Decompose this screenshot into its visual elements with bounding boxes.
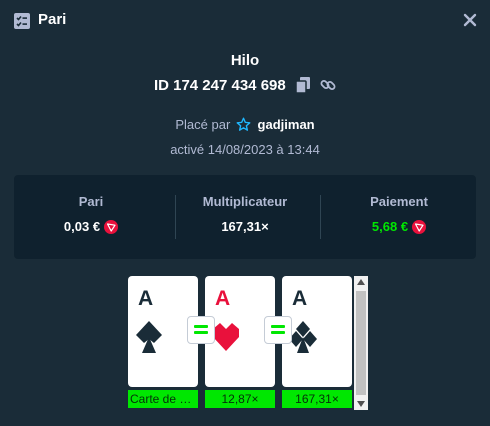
placed-by-row: Placé par gadjiman bbox=[0, 117, 490, 132]
card-rank: A bbox=[138, 287, 154, 310]
scroll-down-arrow-icon[interactable] bbox=[357, 401, 365, 407]
stat-bet-value-row: 0,03 € bbox=[14, 219, 168, 234]
stat-bet-label: Pari bbox=[78, 194, 104, 209]
modal-title: Pari bbox=[38, 11, 67, 28]
heart-icon bbox=[213, 323, 239, 351]
stat-bet-value: 0,03 € bbox=[63, 219, 101, 234]
equal-icon bbox=[194, 325, 208, 334]
bet-id: ID 174 247 434 698 bbox=[153, 77, 286, 94]
scroll-up-arrow-icon[interactable] bbox=[357, 279, 365, 285]
username-link[interactable]: gadjiman bbox=[258, 117, 315, 132]
card-rank: A bbox=[215, 287, 231, 310]
card-history: A Carte de départ A 12,87× A 167,31× bbox=[128, 276, 368, 410]
card-label: 167,31× bbox=[282, 390, 352, 408]
stat-divider bbox=[320, 195, 321, 239]
activated-date: activé 14/08/2023 à 13:44 bbox=[170, 142, 320, 157]
club-icon bbox=[289, 321, 317, 353]
game-name: Hilo bbox=[230, 52, 260, 69]
vip-star-icon bbox=[236, 117, 251, 131]
equal-badge bbox=[187, 316, 215, 344]
equal-icon bbox=[271, 325, 285, 334]
stat-payout-value: 5,68 € bbox=[371, 219, 409, 234]
bet-id-row: ID 174 247 434 698 bbox=[0, 77, 490, 94]
stat-multiplier-value: 167,31× bbox=[221, 219, 269, 234]
spade-icon bbox=[136, 321, 162, 353]
stats-panel: Pari 0,03 € Multiplicateur 167,31× Paiem… bbox=[14, 175, 476, 259]
copy-icon[interactable] bbox=[295, 77, 310, 93]
card-label: Carte de départ bbox=[128, 390, 198, 408]
equal-badge bbox=[264, 316, 292, 344]
modal-header: Pari bbox=[0, 0, 490, 42]
stat-multiplier: Multiplicateur 167,31× bbox=[168, 175, 322, 259]
stat-bet: Pari 0,03 € bbox=[14, 175, 168, 259]
close-icon[interactable] bbox=[460, 10, 480, 30]
link-icon[interactable] bbox=[320, 77, 336, 93]
card-label: 12,87× bbox=[205, 390, 275, 408]
stat-payout-value-row: 5,68 € bbox=[322, 219, 476, 234]
card-ace-clubs: A bbox=[282, 276, 352, 387]
stat-payout: Paiement 5,68 € bbox=[322, 175, 476, 259]
scroll-thumb[interactable] bbox=[356, 291, 366, 395]
tron-coin-icon bbox=[104, 220, 119, 234]
tron-coin-icon bbox=[412, 220, 427, 234]
card-rank: A bbox=[292, 287, 308, 310]
placed-by-label: Placé par bbox=[175, 117, 231, 132]
vertical-scrollbar[interactable] bbox=[354, 276, 368, 410]
stat-payout-label: Paiement bbox=[370, 194, 428, 209]
stat-multiplier-label: Multiplicateur bbox=[202, 194, 288, 209]
bet-slip-icon bbox=[14, 13, 30, 29]
